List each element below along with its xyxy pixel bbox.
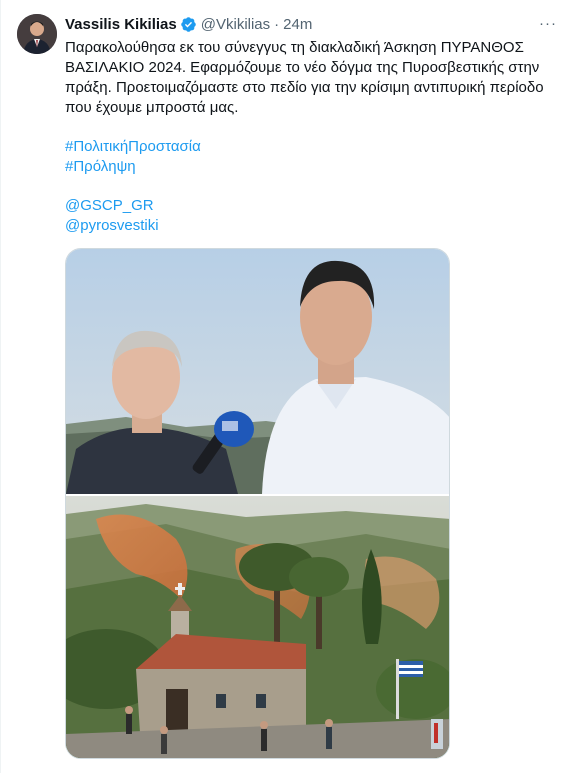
author-handle[interactable]: @Vkikilias — [201, 16, 270, 33]
text-line: ΒΑΣΙΛΑΚΙΟ 2024. Εφαρμόζουμε το νέο δόγμα… — [65, 59, 540, 76]
tweet-card[interactable]: Vassilis Kikilias @Vkikilias · 24m ··· Π… — [0, 0, 568, 773]
author-name[interactable]: Vassilis Kikilias — [65, 16, 177, 33]
wildfire-exercise-photo[interactable] — [66, 496, 450, 759]
text-line: Παρακολούθησα εκ του σύνεγγυς τη διακλαδ… — [65, 39, 524, 56]
tweet-text: Παρακολούθησα εκ του σύνεγγυς τη διακλαδ… — [65, 38, 557, 236]
more-options-icon[interactable]: ··· — [538, 13, 558, 33]
mention-gscp-gr[interactable]: @GSCP_GR — [65, 196, 557, 216]
mention-pyrosvestiki[interactable]: @pyrosvestiki — [65, 216, 557, 236]
text-line: πράξη. Προετοιμαζόμαστε στο πεδίο για τη… — [65, 79, 544, 96]
separator-dot: · — [274, 15, 280, 33]
tweet-header: Vassilis Kikilias @Vkikilias · 24m ··· — [65, 13, 558, 35]
hashtag-politikiprostasia[interactable]: #ΠολιτικήΠροστασία — [65, 137, 557, 157]
text-line: που έχουμε μπροστά μας. — [65, 99, 239, 116]
timestamp[interactable]: 24m — [283, 16, 312, 33]
hashtag-prolipsi[interactable]: #Πρόληψη — [65, 157, 557, 177]
avatar[interactable] — [17, 14, 57, 54]
tweet-media[interactable] — [65, 248, 450, 759]
verified-badge-icon — [180, 16, 197, 33]
interview-photo[interactable] — [66, 249, 450, 494]
